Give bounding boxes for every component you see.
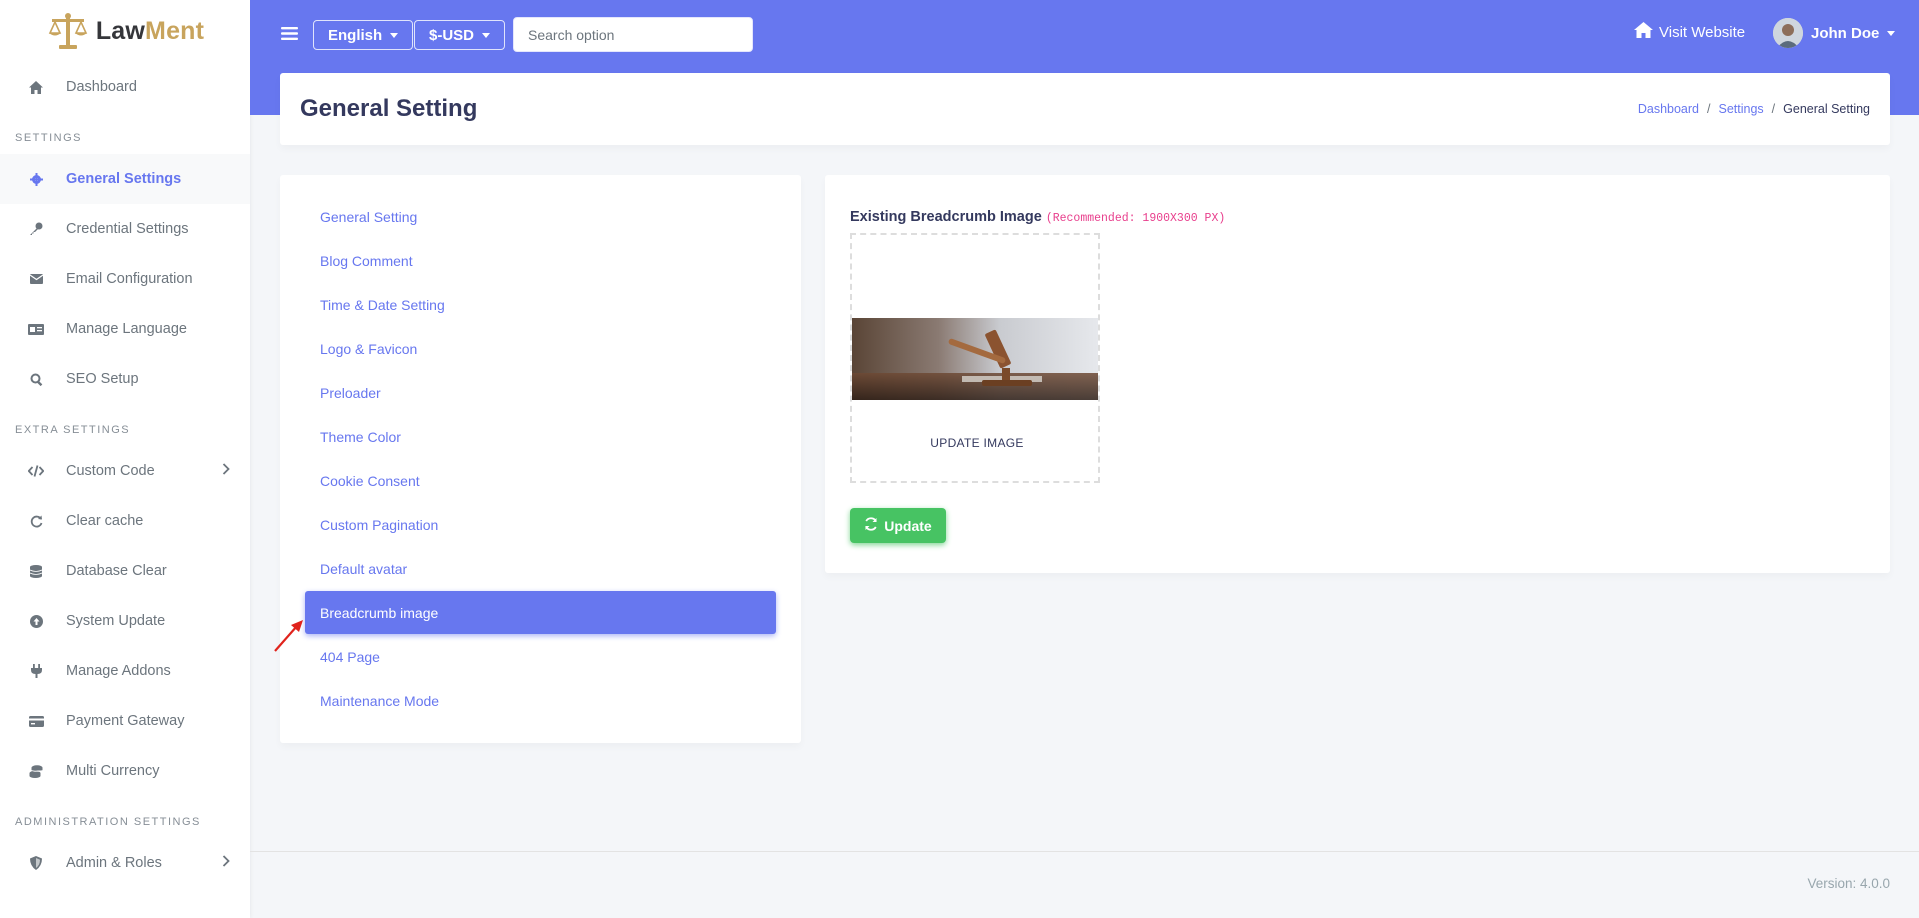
credit-card-icon xyxy=(28,713,44,729)
settings-tab-time-date[interactable]: Time & Date Setting xyxy=(305,283,776,326)
breadcrumb: Dashboard / Settings / General Setting xyxy=(1637,102,1870,116)
sidebar: LawMent Dashboard SETTINGS General Setti… xyxy=(0,0,250,918)
caret-down-icon xyxy=(390,32,399,38)
plug-icon xyxy=(28,663,44,679)
sidebar-item-payment-gateway[interactable]: Payment Gateway xyxy=(0,696,250,746)
settings-tab-blog-comment[interactable]: Blog Comment xyxy=(305,239,776,282)
sidebar-item-custom-code[interactable]: Custom Code xyxy=(0,446,250,496)
sync-icon xyxy=(864,517,878,534)
sidebar-item-manage-language[interactable]: Manage Language xyxy=(0,304,250,354)
sidebar-item-database-clear[interactable]: Database Clear xyxy=(0,546,250,596)
sidebar-item-general-settings[interactable]: General Settings xyxy=(0,154,250,204)
settings-tab-404-page[interactable]: 404 Page xyxy=(305,635,776,678)
recommendation-hint: (Recommended: 1900X300 PX) xyxy=(1045,212,1226,225)
breadcrumb-dashboard[interactable]: Dashboard xyxy=(1638,102,1699,116)
sidebar-item-admin-roles[interactable]: Admin & Roles xyxy=(0,838,250,888)
menu-header-administration-settings: ADMINISTRATION SETTINGS xyxy=(15,816,201,828)
update-image-button[interactable]: UPDATE IMAGE xyxy=(902,425,1052,461)
update-button[interactable]: Update xyxy=(850,508,946,543)
gear-icon xyxy=(28,171,44,187)
home-icon xyxy=(1634,22,1653,42)
sidebar-item-dashboard[interactable]: Dashboard xyxy=(0,62,250,112)
search-icon xyxy=(28,371,44,387)
settings-tab-preloader[interactable]: Preloader xyxy=(305,371,776,414)
page-title: General Setting xyxy=(300,95,478,122)
caret-down-icon xyxy=(482,32,491,38)
breadcrumb-image-card: Existing Breadcrumb Image (Recommended: … xyxy=(825,175,1890,573)
language-dropdown[interactable]: English xyxy=(313,20,414,50)
coins-icon xyxy=(28,763,44,779)
key-icon xyxy=(28,221,44,237)
hamburger-menu-icon[interactable] xyxy=(281,26,298,46)
breadcrumb-image-preview xyxy=(852,318,1098,400)
version-text: Version: 4.0.0 xyxy=(1807,876,1890,891)
language-icon xyxy=(28,321,44,337)
field-label: Existing Breadcrumb Image (Recommended: … xyxy=(850,209,1226,225)
sidebar-item-system-update[interactable]: System Update xyxy=(0,596,250,646)
annotation-arrow-icon xyxy=(274,620,303,652)
menu-header-settings: SETTINGS xyxy=(15,132,83,144)
settings-tab-custom-pagination[interactable]: Custom Pagination xyxy=(305,503,776,546)
settings-nav-card: General Setting Blog Comment Time & Date… xyxy=(280,175,801,743)
settings-tab-logo-favicon[interactable]: Logo & Favicon xyxy=(305,327,776,370)
settings-tab-cookie-consent[interactable]: Cookie Consent xyxy=(305,459,776,502)
image-upload-box[interactable]: UPDATE IMAGE xyxy=(850,233,1100,483)
avatar xyxy=(1773,18,1803,48)
brand-name: LawMent xyxy=(95,16,205,45)
settings-tab-general-setting[interactable]: General Setting xyxy=(305,195,776,238)
currency-dropdown[interactable]: $-USD xyxy=(414,20,506,50)
settings-tab-theme-color[interactable]: Theme Color xyxy=(305,415,776,458)
code-icon xyxy=(28,463,44,479)
sidebar-item-email-configuration[interactable]: Email Configuration xyxy=(0,254,250,304)
visit-website-link[interactable]: Visit Website xyxy=(1634,22,1745,42)
database-icon xyxy=(28,563,44,579)
footer: Version: 4.0.0 xyxy=(250,851,1919,918)
menu-header-extra-settings: EXTRA SETTINGS xyxy=(15,424,131,436)
envelope-icon xyxy=(28,271,44,287)
shield-icon xyxy=(28,855,44,871)
chevron-right-icon xyxy=(222,463,230,479)
sidebar-item-clear-cache[interactable]: Clear cache xyxy=(0,496,250,546)
upload-icon xyxy=(28,613,44,629)
search-input[interactable] xyxy=(513,17,753,52)
sidebar-item-multi-currency[interactable]: Multi Currency xyxy=(0,746,250,796)
section-header: General Setting Dashboard / Settings / G… xyxy=(280,73,1890,145)
sidebar-item-credential-settings[interactable]: Credential Settings xyxy=(0,204,250,254)
caret-down-icon xyxy=(1887,30,1896,36)
scales-logo-icon xyxy=(48,13,88,49)
chevron-right-icon xyxy=(222,855,230,871)
sidebar-item-seo-setup[interactable]: SEO Setup xyxy=(0,354,250,404)
settings-tab-default-avatar[interactable]: Default avatar xyxy=(305,547,776,590)
sidebar-item-manage-addons[interactable]: Manage Addons xyxy=(0,646,250,696)
breadcrumb-settings[interactable]: Settings xyxy=(1718,102,1763,116)
user-dropdown[interactable]: John Doe xyxy=(1773,18,1896,48)
settings-tab-breadcrumb-image[interactable]: Breadcrumb image xyxy=(305,591,776,634)
home-icon xyxy=(28,79,44,95)
refresh-icon xyxy=(28,513,44,529)
brand-logo[interactable]: LawMent xyxy=(0,0,250,62)
breadcrumb-current: General Setting xyxy=(1783,102,1870,116)
settings-tab-maintenance-mode[interactable]: Maintenance Mode xyxy=(305,679,776,722)
